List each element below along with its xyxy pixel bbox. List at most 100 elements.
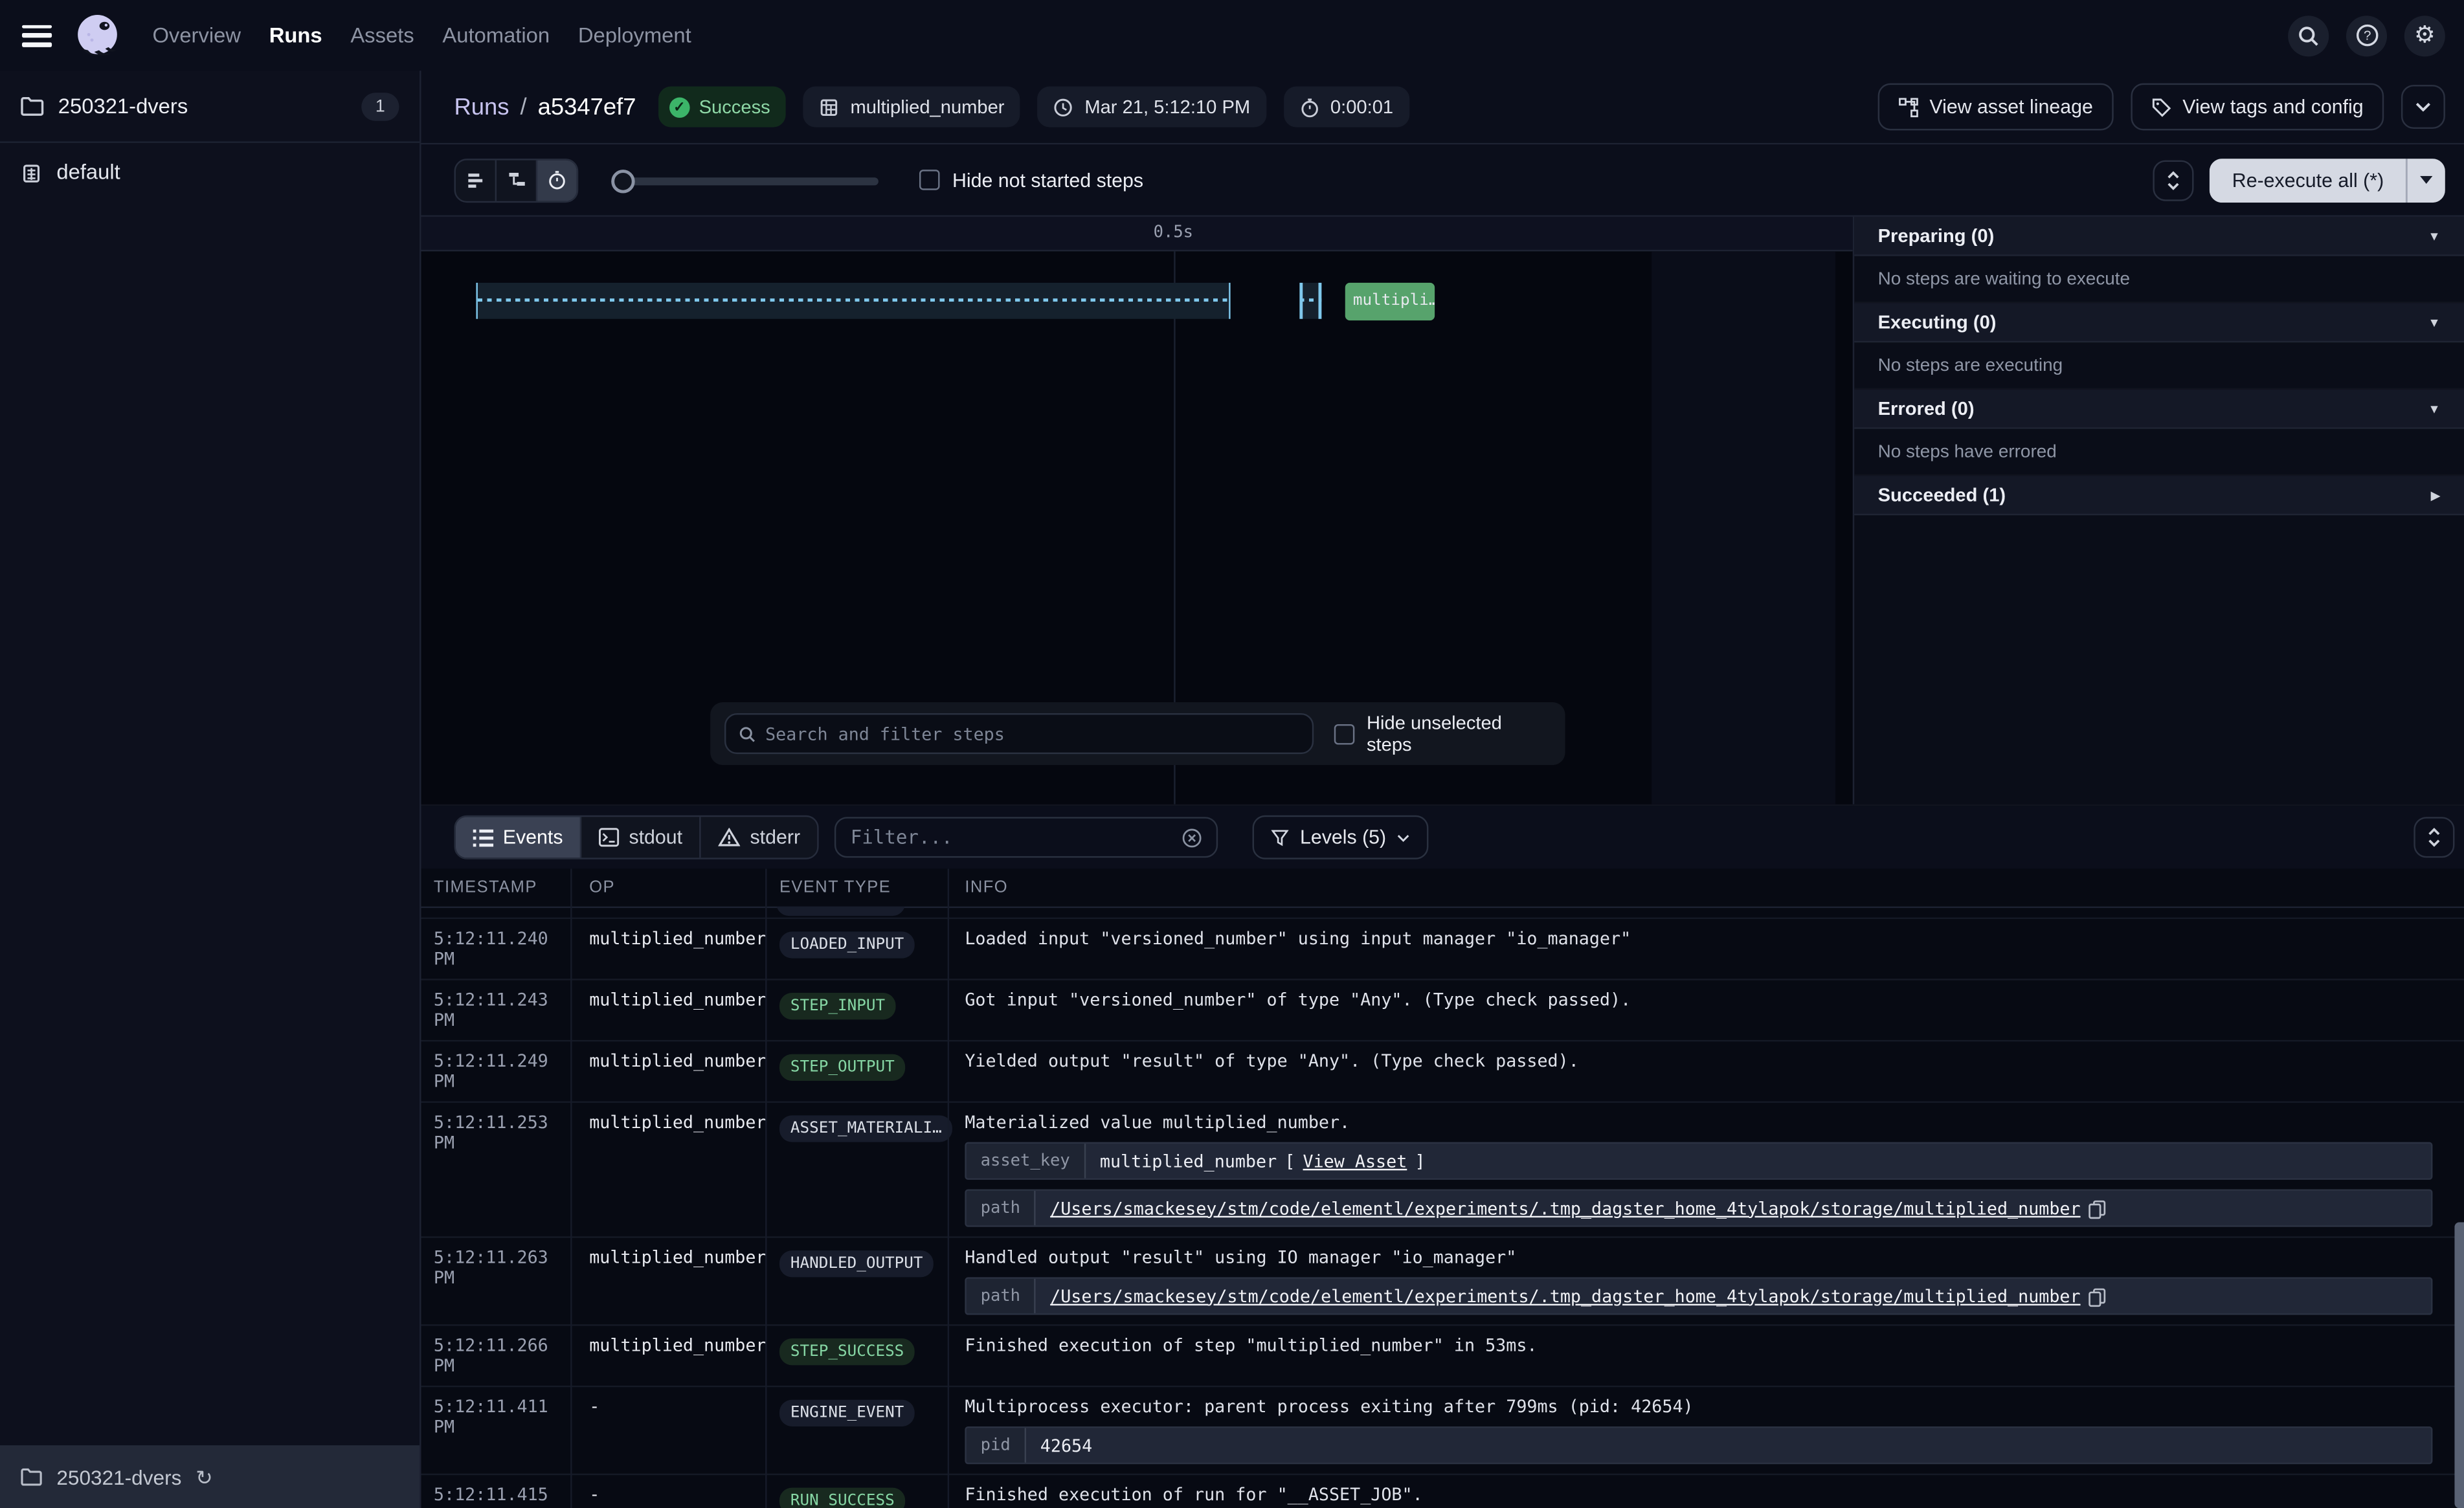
event-type-tag: STEP_SUCCESS	[779, 1338, 915, 1365]
screenshot-stage: Overview Runs Assets Automation Deployment ?…	[0, 0, 2464, 1508]
expand-logs-button[interactable]	[2414, 817, 2454, 858]
dagster-logo-icon[interactable]	[73, 10, 123, 61]
group-label: default	[56, 161, 120, 184]
nav-item-runs[interactable]: Runs	[269, 23, 322, 47]
tab-stdout-label: stdout	[629, 826, 682, 848]
event-row: 5:12:11.249 PMmultiplied_numberSTEP_OUTP…	[421, 1041, 2464, 1103]
reexecute-options-button[interactable]	[2408, 158, 2445, 202]
event-timestamp: 5:12:11.253 PM	[421, 1103, 571, 1236]
more-actions-button[interactable]	[2401, 85, 2445, 129]
expand-collapse-icon	[2428, 828, 2440, 847]
metadata-entry-asset_key: asset_keymultiplied_number[View Asset]	[965, 1142, 2432, 1180]
dagster-app: Overview Runs Assets Automation Deployment ?…	[0, 0, 2464, 1508]
reload-icon[interactable]: ↻	[196, 1467, 212, 1487]
step-queue-marker[interactable]	[1299, 283, 1321, 319]
step-waiting-bar[interactable]	[476, 283, 1230, 319]
tab-events-label: Events	[503, 826, 563, 848]
clear-filter-icon[interactable]	[1182, 827, 1203, 848]
metadata-key: asset_key	[967, 1144, 1086, 1178]
asset-icon	[819, 96, 840, 117]
slider-knob[interactable]	[611, 169, 634, 192]
event-type-cell: ENGINE_EVENT	[765, 1387, 948, 1474]
copy-icon[interactable]	[2089, 1199, 2106, 1218]
sidebar-footer-repo[interactable]: 250321-dvers ↻	[0, 1445, 420, 1508]
step-bar-multiplied-number[interactable]: multipli…	[1345, 283, 1435, 320]
events-tabbar: Events stdout stderr Filter... Levels (5…	[421, 806, 2464, 869]
view-asset-lineage-button[interactable]: View asset lineage	[1877, 83, 2113, 131]
levels-label: Levels (5)	[1300, 826, 1386, 848]
view-asset-link[interactable]: View Asset	[1303, 1151, 1407, 1171]
event-row: 5:12:11.415 PM-RUN_SUCCESSFinished execu…	[421, 1475, 2464, 1508]
column-divider	[570, 869, 572, 1508]
help-icon[interactable]: ?	[2346, 15, 2387, 56]
section-errored[interactable]: Errored (0) ▼	[1854, 390, 2464, 429]
settings-gear-icon[interactable]: ⚙	[2404, 15, 2445, 56]
hamburger-menu-icon[interactable]	[22, 25, 52, 47]
header-actions: View asset lineage View tags and config	[1877, 83, 2445, 131]
view-tags-config-button[interactable]: View tags and config	[2131, 83, 2384, 131]
tab-stdout[interactable]: stdout	[582, 817, 702, 858]
tab-stderr[interactable]: stderr	[701, 817, 818, 858]
log-table-header: TIMESTAMP OP EVENT TYPE INFO	[421, 869, 2464, 908]
section-errored-title: Errored (0)	[1878, 397, 1975, 419]
metadata-entry-path: path/Users/smackesey/stm/code/elementl/e…	[965, 1277, 2432, 1314]
events-panel: Events stdout stderr Filter... Levels (5…	[421, 804, 2464, 1508]
event-type-tag: RUN_SUCCESS	[779, 1488, 906, 1508]
expand-gantt-button[interactable]	[2153, 159, 2194, 200]
nav-item-automation[interactable]: Automation	[442, 23, 550, 47]
caret-down-icon	[2420, 176, 2432, 184]
column-op: OP	[570, 869, 765, 906]
log-filter-input[interactable]: Filter...	[834, 817, 1218, 858]
path-link[interactable]: /Users/smackesey/stm/code/elementl/exper…	[1050, 1286, 2080, 1307]
metadata-key: pid	[967, 1428, 1026, 1462]
breadcrumb-runs-link[interactable]: Runs	[454, 93, 509, 120]
nav-item-overview[interactable]: Overview	[152, 23, 241, 47]
event-type-tag: ENGINE_EVENT	[779, 1400, 915, 1426]
event-type-tag: STEP_OUTPUT	[779, 1054, 906, 1081]
section-succeeded[interactable]: Succeeded (1) ▶	[1854, 476, 2464, 515]
waterfall-view-button[interactable]	[497, 159, 537, 200]
gantt-zoom-slider[interactable]	[611, 159, 879, 200]
event-timestamp: 5:12:11.415 PM	[421, 1475, 571, 1508]
section-preparing[interactable]: Preparing (0) ▼	[1854, 217, 2464, 256]
column-info: INFO	[948, 869, 2464, 906]
metadata-entry-pid: pid42654	[965, 1426, 2432, 1464]
topnav-items: Overview Runs Assets Automation Deployment	[152, 23, 691, 47]
levels-filter-button[interactable]: Levels (5)	[1253, 815, 1429, 859]
path-link[interactable]: /Users/smackesey/stm/code/elementl/exper…	[1050, 1198, 2080, 1219]
topnav-right: ? ⚙	[2288, 0, 2445, 71]
sidebar-item-default-group[interactable]: default	[0, 143, 420, 201]
timed-view-button[interactable]	[537, 159, 577, 200]
event-op: multiplied_number	[570, 1326, 765, 1386]
triangle-right-icon: ▶	[2431, 488, 2441, 502]
search-icon[interactable]	[2288, 15, 2329, 56]
sidebar-item-repo[interactable]: 250321-dvers 1	[0, 71, 420, 143]
sidebar: 250321-dvers 1 default 250321-dvers ↻	[0, 71, 421, 1508]
event-info: Multiprocess executor: parent process ex…	[948, 1387, 2464, 1474]
duration-label: 0:00:01	[1330, 96, 1393, 118]
copy-icon[interactable]	[2089, 1287, 2106, 1306]
hide-not-started-checkbox[interactable]	[919, 170, 940, 190]
tab-events[interactable]: Events	[456, 817, 582, 858]
event-type-cell: LOADED_INPUT	[765, 919, 948, 979]
gantt-toolbar: Hide not started steps Re-execute all (*…	[421, 144, 2464, 217]
nav-item-assets[interactable]: Assets	[350, 23, 414, 47]
search-icon	[739, 725, 756, 742]
section-executing[interactable]: Executing (0) ▼	[1854, 303, 2464, 342]
funnel-icon	[1271, 828, 1289, 846]
event-type-cell: HANDLED_OUTPUT	[765, 1238, 948, 1325]
event-row: 5:12:11.266 PMmultiplied_numberSTEP_SUCC…	[421, 1326, 2464, 1388]
hide-unselected-checkbox[interactable]	[1334, 724, 1354, 744]
gantt-shaded-region	[1652, 251, 1835, 804]
column-event-type: EVENT TYPE	[765, 869, 948, 906]
nav-item-deployment[interactable]: Deployment	[578, 23, 691, 47]
flat-view-button[interactable]	[456, 159, 497, 200]
step-search-input[interactable]: Search and filter steps	[724, 713, 1313, 754]
metadata-key: path	[967, 1279, 1036, 1313]
vertical-scrollbar-thumb[interactable]	[2454, 1222, 2464, 1508]
folder-icon	[21, 96, 44, 116]
event-info: Got input "versioned_number" of type "An…	[948, 981, 2464, 1040]
reexecute-all-button[interactable]: Re-execute all (*)	[2210, 158, 2406, 202]
asset-chip[interactable]: multiplied_number	[803, 87, 1020, 128]
event-type-cell: STEP_SUCCESS	[765, 1326, 948, 1386]
